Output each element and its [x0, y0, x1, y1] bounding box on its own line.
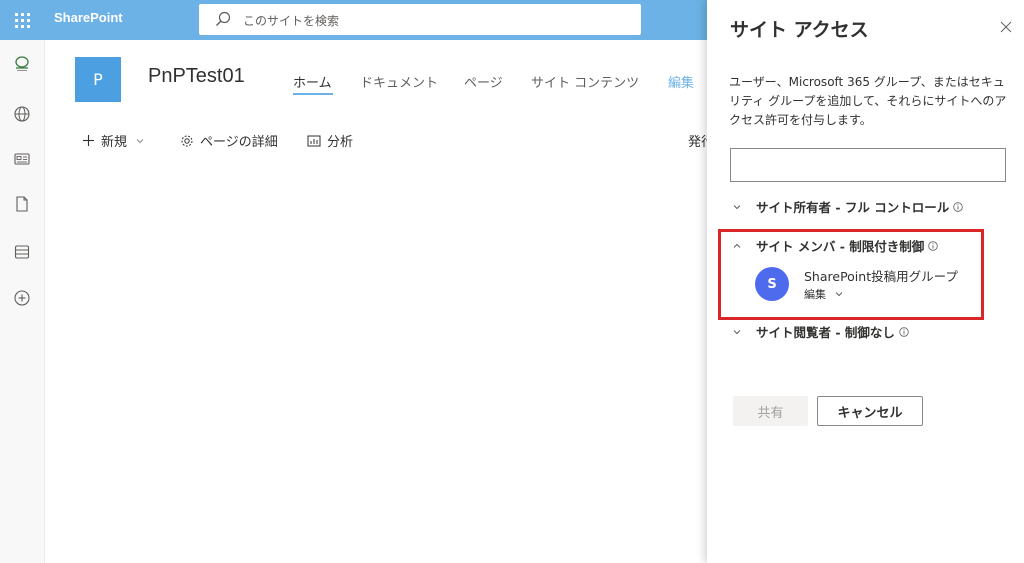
- nav-site-contents[interactable]: サイト コンテンツ: [531, 72, 639, 91]
- nav-pages[interactable]: ページ: [464, 72, 503, 91]
- panel-title: サイト アクセス: [730, 19, 869, 41]
- chevron-up-icon: [730, 241, 744, 251]
- site-access-panel: サイト アクセス ユーザー、Microsoft 365 グループ、またはセキュリ…: [707, 0, 1024, 563]
- group-owners-label: サイト所有者 - フル コントロール: [756, 200, 950, 215]
- group-members-label: サイト メンバ - 制限付き制御: [756, 239, 925, 254]
- chevron-down-icon: [834, 289, 844, 299]
- page-details-button[interactable]: ページの詳細: [180, 131, 278, 150]
- info-icon[interactable]: [953, 201, 963, 212]
- close-button[interactable]: [999, 19, 1013, 33]
- list-icon[interactable]: [13, 243, 31, 261]
- info-icon[interactable]: [928, 240, 938, 251]
- member-role-dropdown[interactable]: 編集: [804, 286, 844, 302]
- group-visitors-label: サイト閲覧者 - 制御なし: [756, 325, 895, 340]
- analytics-button[interactable]: 分析: [307, 131, 353, 150]
- analytics-label: 分析: [327, 135, 354, 150]
- new-button[interactable]: 新規: [82, 131, 151, 150]
- chevron-down-icon: [730, 202, 744, 212]
- share-button[interactable]: 共有: [733, 396, 808, 426]
- plus-icon: [82, 134, 95, 147]
- search-placeholder: このサイトを検索: [243, 14, 340, 28]
- create-icon[interactable]: [13, 289, 31, 307]
- site-logo[interactable]: P: [75, 57, 121, 102]
- analytics-icon: [307, 134, 321, 148]
- brand-name[interactable]: SharePoint: [54, 10, 123, 25]
- news-icon[interactable]: [13, 150, 31, 168]
- site-title[interactable]: PnPTest01: [148, 65, 245, 88]
- gear-icon: [180, 134, 194, 148]
- chevron-down-icon: [135, 136, 145, 146]
- group-visitors-toggle[interactable]: サイト閲覧者 - 制御なし: [730, 322, 909, 341]
- nav-active-indicator: [293, 93, 333, 95]
- search-icon: [215, 11, 231, 31]
- close-icon: [1000, 21, 1012, 33]
- group-owners-toggle[interactable]: サイト所有者 - フル コントロール: [730, 197, 963, 216]
- chevron-down-icon: [730, 327, 744, 337]
- member-role-label: 編集: [804, 288, 826, 301]
- member-name: SharePoint投稿用グループ: [804, 269, 958, 284]
- info-icon[interactable]: [899, 326, 909, 337]
- sharepoint-home-icon[interactable]: [13, 55, 31, 73]
- avatar: S: [755, 267, 789, 301]
- search-box[interactable]: このサイトを検索: [199, 4, 641, 35]
- nav-home[interactable]: ホーム: [293, 72, 332, 91]
- panel-description: ユーザー、Microsoft 365 グループ、またはセキュリティ グループを追…: [729, 75, 1007, 127]
- app-launcher-button[interactable]: [0, 0, 45, 40]
- page-details-label: ページの詳細: [200, 135, 278, 150]
- nav-edit-link[interactable]: 編集: [668, 72, 694, 91]
- document-icon[interactable]: [13, 195, 31, 213]
- people-picker-input[interactable]: [730, 148, 1006, 182]
- app-bar: [0, 40, 45, 563]
- globe-icon[interactable]: [13, 105, 31, 123]
- waffle-icon: [15, 12, 30, 28]
- new-button-label: 新規: [101, 135, 128, 150]
- cancel-button[interactable]: キャンセル: [817, 396, 923, 426]
- group-members-toggle[interactable]: サイト メンバ - 制限付き制御: [730, 236, 938, 255]
- nav-documents[interactable]: ドキュメント: [360, 72, 438, 91]
- member-item: S SharePoint投稿用グループ 編集: [755, 266, 985, 306]
